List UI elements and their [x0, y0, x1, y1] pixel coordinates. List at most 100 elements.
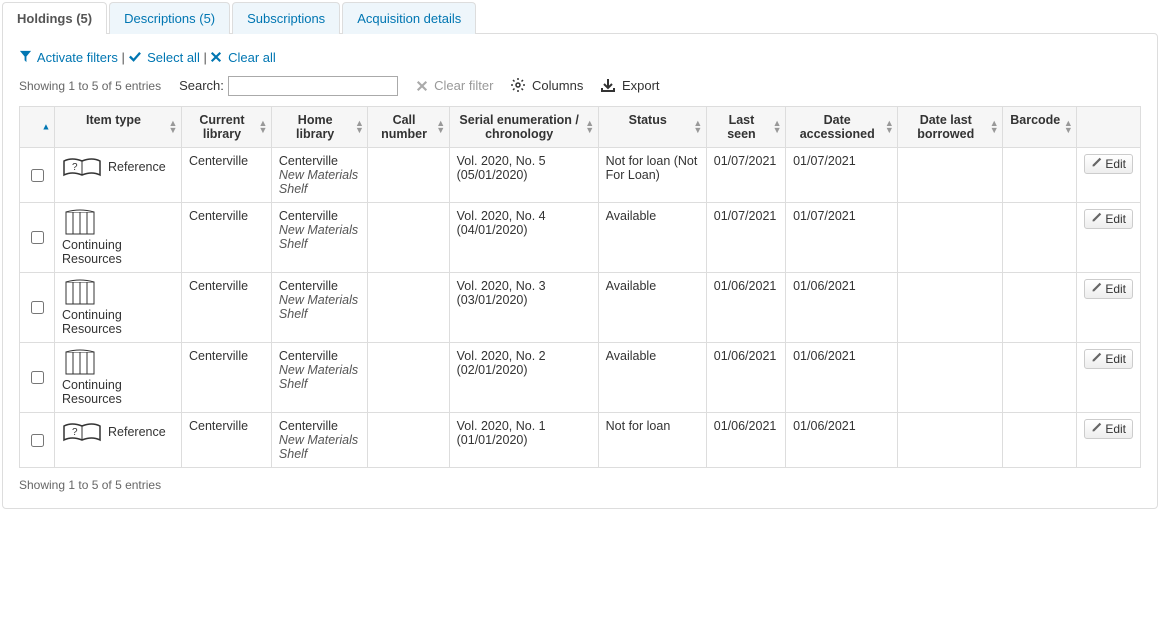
table-row: Continuing ResourcesCentervilleCentervil… [20, 273, 1141, 343]
col-item-type[interactable]: Item type ▲▼ [55, 107, 182, 148]
edit-label: Edit [1105, 282, 1126, 296]
search-group: Search: [179, 76, 397, 96]
col-status[interactable]: Status ▲▼ [598, 107, 706, 148]
cell-home-library: CentervilleNew Materials Shelf [271, 273, 368, 343]
table-row: Continuing Resources Centerville Centervil… [20, 203, 1141, 273]
edit-label: Edit [1105, 422, 1126, 436]
col-current-library[interactable]: Current library ▲▼ [182, 107, 272, 148]
footer-entries-info: Showing 1 to 5 of 5 entries [19, 478, 1141, 492]
edit-button[interactable]: Edit [1084, 209, 1133, 229]
col-barcode[interactable]: Barcode ▲▼ [1003, 107, 1077, 148]
cell-serial-enum: Vol. 2020, No. 4 (04/01/2020) [449, 203, 598, 273]
tab-holdings[interactable]: Holdings (5) [2, 2, 107, 34]
cell-barcode [1003, 148, 1077, 203]
cell-item-type: Reference [55, 413, 182, 468]
cell-actions: Edit [1077, 148, 1141, 203]
row-checkbox[interactable] [31, 434, 44, 447]
select-all-link[interactable]: Select all [128, 50, 203, 65]
home-library-name: Centerville [279, 419, 338, 433]
cell-item-type: Continuing Resources [55, 203, 182, 273]
sort-arrows-icon: ▲▼ [259, 120, 267, 134]
col-serial-enum[interactable]: Serial enumeration / chronology ▲▼ [449, 107, 598, 148]
cell-item-type: Continuing Resources [55, 273, 182, 343]
pencil-icon [1091, 157, 1102, 171]
export-button[interactable]: Export [601, 78, 659, 95]
cell-barcode [1003, 413, 1077, 468]
cell-barcode [1003, 203, 1077, 273]
home-library-name: Centerville [279, 154, 338, 168]
entries-info: Showing 1 to 5 of 5 entries [19, 79, 161, 93]
cell-home-library: CentervilleNew Materials Shelf [271, 148, 368, 203]
item-type-label: Continuing Resources [62, 378, 174, 406]
pencil-icon [1091, 352, 1102, 366]
col-last-seen[interactable]: Last seen ▲▼ [706, 107, 785, 148]
col-date-last-borrowed[interactable]: Date last borrowed ▲▼ [898, 107, 1003, 148]
home-library-shelf: New Materials Shelf [279, 223, 358, 251]
home-library-shelf: New Materials Shelf [279, 363, 358, 391]
col-date-accessioned[interactable]: Date accessioned ▲▼ [786, 107, 898, 148]
item-type-label: Reference [108, 425, 166, 439]
cell-status: Not for loan [598, 413, 706, 468]
cell-date-accessioned: 01/07/2021 [786, 148, 898, 203]
columns-button[interactable]: Columns [511, 78, 583, 95]
cell-date-last-borrowed [898, 148, 1003, 203]
tab-acquisition-details[interactable]: Acquisition details [342, 2, 476, 34]
table-toolbar: Showing 1 to 5 of 5 entries Search: Clea… [19, 76, 1141, 96]
cell-last-seen: 01/06/2021 [706, 413, 785, 468]
col-call-number-label: Call number [381, 113, 427, 141]
home-library-shelf: New Materials Shelf [279, 293, 358, 321]
cell-date-last-borrowed [898, 273, 1003, 343]
clear-filter-button[interactable]: Clear filter [416, 78, 494, 95]
activate-filters-link[interactable]: Activate filters [19, 50, 121, 65]
download-icon [601, 78, 615, 95]
row-checkbox[interactable] [31, 301, 44, 314]
cell-current-library: Centerville [182, 148, 272, 203]
edit-label: Edit [1105, 157, 1126, 171]
col-item-type-label: Item type [86, 113, 141, 127]
tab-descriptions[interactable]: Descriptions (5) [109, 2, 230, 34]
col-status-label: Status [629, 113, 667, 127]
row-checkbox[interactable] [31, 169, 44, 182]
pencil-icon [1091, 422, 1102, 436]
row-checkbox[interactable] [31, 231, 44, 244]
cell-last-seen: 01/07/2021 [706, 203, 785, 273]
export-label: Export [622, 78, 660, 93]
pencil-icon [1091, 212, 1102, 226]
edit-button[interactable]: Edit [1084, 279, 1133, 299]
cell-actions: Edit [1077, 203, 1141, 273]
col-call-number[interactable]: Call number ▲▼ [368, 107, 449, 148]
cell-status: Available [598, 273, 706, 343]
columns-label: Columns [532, 78, 583, 93]
holdings-table: ▲ Item type ▲▼ Current library ▲▼ Home l… [19, 106, 1141, 468]
col-home-library[interactable]: Home library ▲▼ [271, 107, 368, 148]
tab-subscriptions[interactable]: Subscriptions [232, 2, 340, 34]
cell-date-last-borrowed [898, 413, 1003, 468]
col-serial-enum-label: Serial enumeration / chronology [459, 113, 578, 141]
cell-current-library: Centerville [182, 343, 272, 413]
cell-date-accessioned: 01/06/2021 [786, 413, 898, 468]
cell-serial-enum: Vol. 2020, No. 1 (01/01/2020) [449, 413, 598, 468]
search-label: Search: [179, 78, 224, 93]
cell-call-number [368, 413, 449, 468]
cell-call-number [368, 203, 449, 273]
item-type-label: Continuing Resources [62, 238, 174, 266]
clear-all-link[interactable]: Clear all [210, 50, 275, 65]
search-input[interactable] [228, 76, 398, 96]
cell-date-accessioned: 01/06/2021 [786, 273, 898, 343]
col-actions [1077, 107, 1141, 148]
edit-button[interactable]: Edit [1084, 349, 1133, 369]
home-library-name: Centerville [279, 209, 338, 223]
sort-arrows-icon: ▲▼ [586, 120, 594, 134]
edit-button[interactable]: Edit [1084, 419, 1133, 439]
x-icon [210, 51, 222, 66]
row-checkbox[interactable] [31, 371, 44, 384]
holdings-panel: Activate filters | Select all | Clear al… [2, 33, 1158, 509]
books-icon [62, 349, 102, 375]
col-checkbox[interactable]: ▲ [20, 107, 55, 148]
check-icon [128, 50, 141, 66]
col-home-library-label: Home library [296, 113, 334, 141]
cell-current-library: Centerville [182, 203, 272, 273]
cell-last-seen: 01/06/2021 [706, 343, 785, 413]
edit-button[interactable]: Edit [1084, 154, 1133, 174]
table-header-row: ▲ Item type ▲▼ Current library ▲▼ Home l… [20, 107, 1141, 148]
